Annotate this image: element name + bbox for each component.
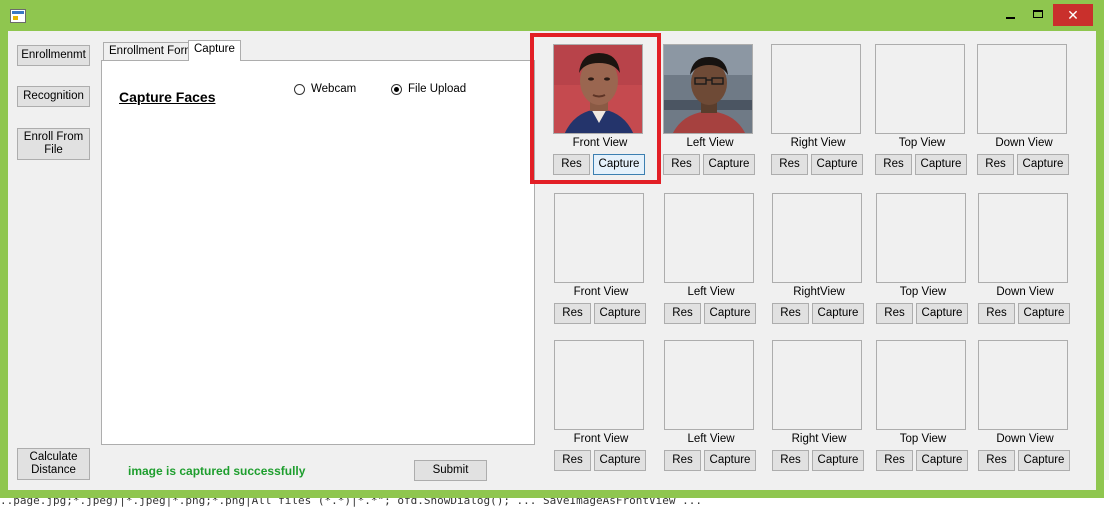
empty-photo-frame	[978, 193, 1068, 283]
enrollment-button[interactable]: Enrollmenmt	[17, 45, 90, 66]
tab-capture[interactable]: Capture	[188, 40, 241, 61]
enroll-from-file-button[interactable]: Enroll From File	[17, 128, 90, 160]
slot-label: Right View	[790, 137, 846, 149]
res-button[interactable]: Res	[771, 154, 808, 175]
minimize-icon	[1006, 17, 1015, 19]
empty-photo-frame	[772, 340, 862, 430]
empty-photo-frame	[664, 193, 754, 283]
empty-photo-frame	[554, 193, 644, 283]
capture-button[interactable]: Capture	[704, 450, 756, 471]
front-view-photo-1	[553, 44, 643, 134]
res-button[interactable]: Res	[772, 450, 809, 471]
recognition-button[interactable]: Recognition	[17, 86, 90, 107]
title-bar: ✕	[0, 0, 1104, 31]
slot-label: Left View	[687, 286, 735, 298]
res-button[interactable]: Res	[772, 303, 809, 324]
slot-label: Front View	[573, 433, 629, 445]
empty-photo-frame	[876, 340, 966, 430]
capture-button[interactable]: Capture	[704, 303, 756, 324]
webcam-radio-label: Webcam	[311, 83, 357, 95]
res-button[interactable]: Res	[876, 450, 913, 471]
empty-photo-frame	[554, 340, 644, 430]
empty-photo-frame	[664, 340, 754, 430]
capture-button[interactable]: Capture	[1018, 303, 1070, 324]
empty-photo-frame	[876, 193, 966, 283]
res-button[interactable]: Res	[664, 450, 701, 471]
capture-button[interactable]: Capture	[812, 303, 864, 324]
status-message: image is captured successfully	[128, 464, 306, 478]
file-upload-radio-circle	[391, 83, 402, 95]
maximize-button[interactable]	[1025, 4, 1053, 26]
app-icon	[10, 9, 26, 23]
close-button[interactable]: ✕	[1053, 4, 1093, 26]
res-button[interactable]: Res	[876, 303, 913, 324]
capture-button[interactable]: Capture	[812, 450, 864, 471]
slot-label: Left View	[686, 137, 734, 149]
capture-button[interactable]: Capture	[916, 303, 968, 324]
capture-button[interactable]: Capture	[915, 154, 967, 175]
slot-label: Top View	[899, 286, 947, 298]
maximize-icon	[1033, 10, 1043, 18]
empty-photo-frame	[978, 340, 1068, 430]
res-button[interactable]: Res	[664, 303, 701, 324]
slot-label: Front View	[573, 286, 629, 298]
slot-label: Down View	[996, 286, 1054, 298]
empty-photo-frame	[875, 44, 965, 134]
empty-photo-frame	[771, 44, 861, 134]
file-upload-radio[interactable]: File Upload	[391, 83, 466, 95]
client-area: Enrollmenmt Recognition Enroll From File…	[8, 31, 1096, 490]
capture-button[interactable]: Capture	[1017, 154, 1069, 175]
main-window: ✕ Enrollmenmt Recognition Enroll From Fi…	[0, 0, 1104, 498]
capture-button[interactable]: Capture	[811, 154, 863, 175]
slot-label: Down View	[995, 137, 1053, 149]
slot-label: Top View	[898, 137, 946, 149]
front-face-image	[554, 45, 642, 133]
slot-label: Right View	[791, 433, 847, 445]
res-button[interactable]: Res	[978, 450, 1015, 471]
res-button[interactable]: Res	[978, 303, 1015, 324]
capture-tab-panel: Capture Faces Webcam File Upload	[101, 60, 535, 445]
res-button[interactable]: Res	[554, 450, 591, 471]
slot-label: RightView	[793, 286, 845, 298]
res-button[interactable]: Res	[663, 154, 700, 175]
slot-label: Down View	[996, 433, 1054, 445]
capture-button[interactable]: Capture	[594, 450, 646, 471]
capture-button[interactable]: Capture	[593, 154, 645, 175]
capture-button[interactable]: Capture	[1018, 450, 1070, 471]
close-icon: ✕	[1067, 7, 1079, 23]
slot-label: Top View	[899, 433, 947, 445]
empty-photo-frame	[772, 193, 862, 283]
res-button[interactable]: Res	[553, 154, 590, 175]
slot-label: Front View	[572, 137, 628, 149]
left-face-image	[664, 45, 752, 133]
tab-enrollment-form[interactable]: Enrollment Form	[103, 42, 200, 61]
capture-button[interactable]: Capture	[594, 303, 646, 324]
res-button[interactable]: Res	[977, 154, 1014, 175]
webcam-radio-circle	[294, 83, 305, 95]
webcam-radio[interactable]: Webcam	[294, 83, 356, 95]
res-button[interactable]: Res	[875, 154, 912, 175]
empty-photo-frame	[977, 44, 1067, 134]
capture-faces-title: Capture Faces	[119, 89, 216, 105]
submit-button[interactable]: Submit	[414, 460, 487, 481]
calculate-distance-button[interactable]: Calculate Distance	[17, 448, 90, 480]
minimize-button[interactable]	[997, 4, 1025, 26]
slot-label: Left View	[687, 433, 735, 445]
capture-button[interactable]: Capture	[916, 450, 968, 471]
file-upload-radio-label: File Upload	[408, 83, 467, 95]
left-view-photo-1	[663, 44, 753, 134]
capture-button[interactable]: Capture	[703, 154, 755, 175]
res-button[interactable]: Res	[554, 303, 591, 324]
